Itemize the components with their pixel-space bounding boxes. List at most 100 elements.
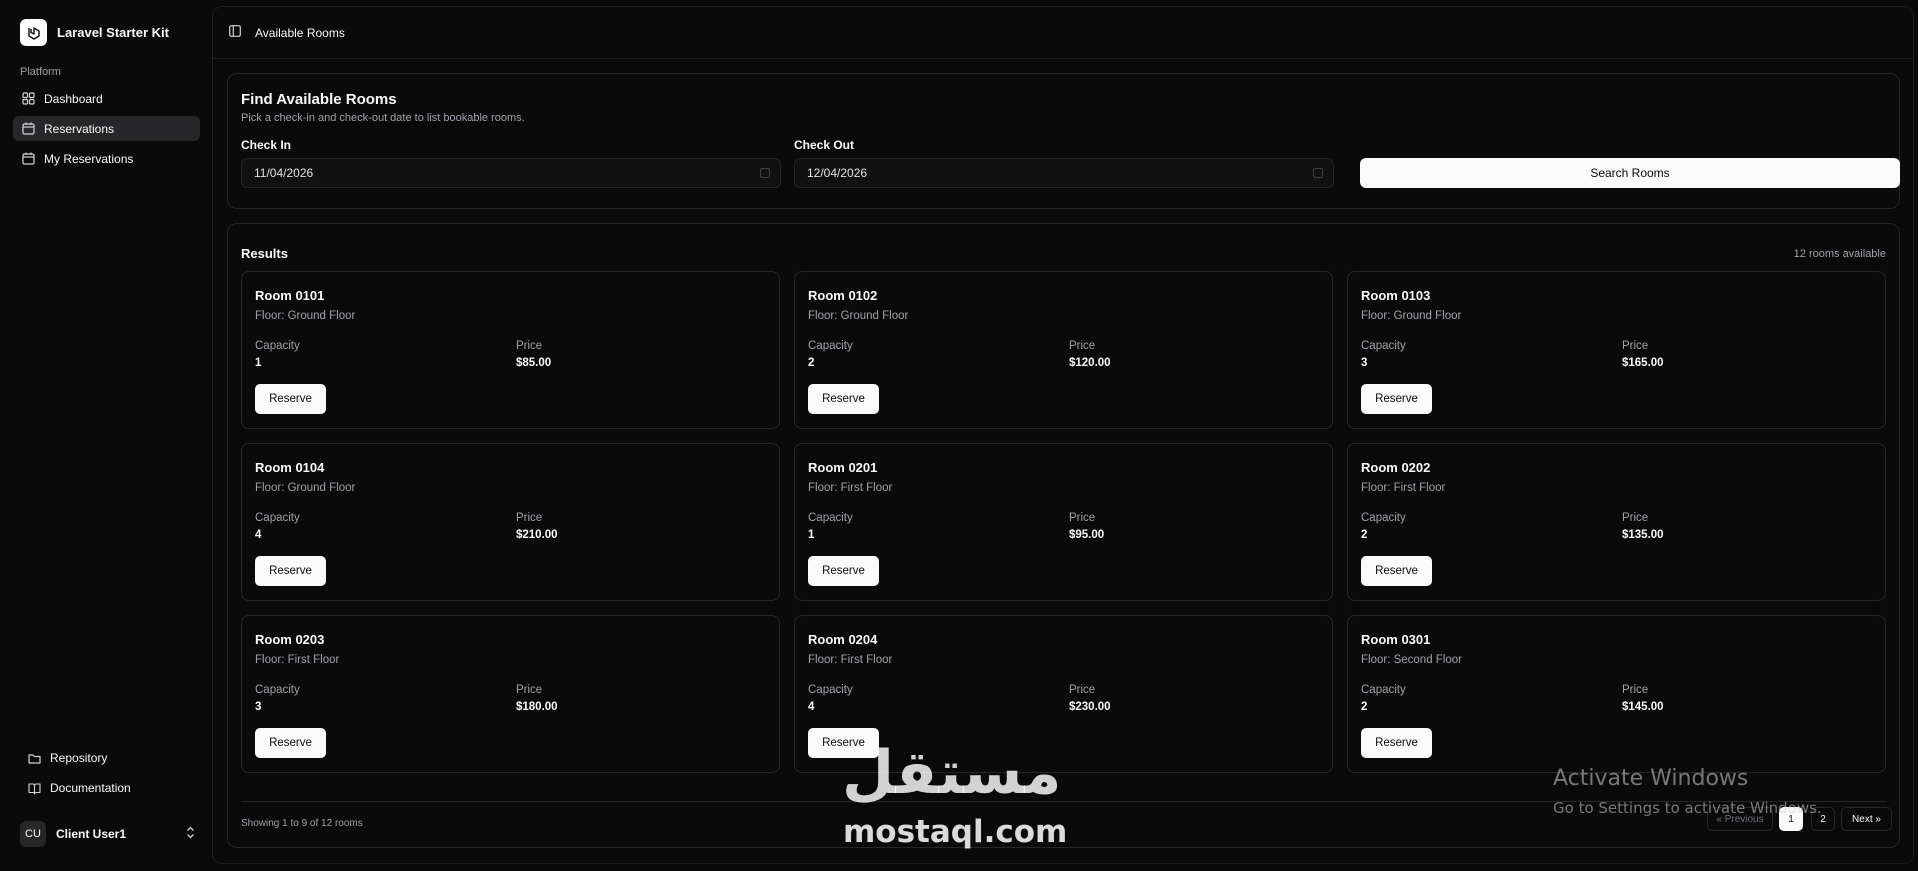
- documentation-label: Documentation: [50, 781, 131, 795]
- next-page-button[interactable]: Next »: [1841, 807, 1892, 831]
- search-panel: Find Available Rooms Pick a check-in and…: [227, 73, 1900, 209]
- main-content: Available Rooms Find Available Rooms Pic…: [212, 6, 1914, 864]
- reserve-button[interactable]: Reserve: [808, 384, 879, 414]
- repository-link[interactable]: Repository: [27, 751, 107, 765]
- reserve-button[interactable]: Reserve: [1361, 728, 1432, 758]
- capacity-value: 3: [1361, 357, 1368, 369]
- price-label: Price: [1069, 340, 1096, 352]
- room-name: Room 0101: [255, 288, 325, 303]
- reserve-button[interactable]: Reserve: [255, 728, 326, 758]
- price-label: Price: [516, 340, 543, 352]
- capacity-label: Capacity: [1361, 684, 1406, 696]
- sidebar-item-label: Dashboard: [44, 91, 103, 106]
- room-floor: Floor: Ground Floor: [255, 482, 356, 494]
- room-name: Room 0204: [808, 632, 878, 647]
- top-bar: Available Rooms: [213, 7, 1913, 59]
- capacity-value: 1: [808, 529, 815, 541]
- price-value: $135.00: [1622, 529, 1664, 541]
- chevrons-up-down-icon: [186, 826, 195, 842]
- price-label: Price: [1622, 340, 1649, 352]
- folder-icon: [27, 751, 41, 765]
- brand[interactable]: Laravel Starter Kit: [20, 19, 169, 46]
- check-in-label: Check In: [241, 138, 292, 152]
- capacity-value: 2: [1361, 529, 1368, 541]
- results-title: Results: [241, 246, 288, 261]
- room-floor: Floor: First Floor: [808, 654, 893, 666]
- price-label: Price: [516, 684, 543, 696]
- room-card: Room 0201 Floor: First Floor Capacity 1 …: [794, 443, 1333, 601]
- capacity-value: 3: [255, 701, 262, 713]
- price-label: Price: [1622, 684, 1649, 696]
- price-value: $180.00: [516, 701, 558, 713]
- watermark-text: mostaql.com: [843, 814, 1068, 850]
- room-card: Room 0203 Floor: First Floor Capacity 3 …: [241, 615, 780, 773]
- price-label: Price: [1069, 512, 1096, 524]
- room-name: Room 0102: [808, 288, 878, 303]
- room-floor: Floor: Ground Floor: [255, 310, 356, 322]
- price-label: Price: [516, 512, 543, 524]
- documentation-link[interactable]: Documentation: [27, 781, 131, 795]
- pagination-summary: Showing 1 to 9 of 12 rooms: [241, 818, 363, 829]
- sidebar-item-my-reservations[interactable]: My Reservations: [13, 146, 200, 171]
- room-card: Room 0102 Floor: Ground Floor Capacity 2…: [794, 271, 1333, 429]
- room-card: Room 0103 Floor: Ground Floor Capacity 3…: [1347, 271, 1886, 429]
- reserve-button[interactable]: Reserve: [1361, 384, 1432, 414]
- price-label: Price: [1069, 684, 1096, 696]
- search-subtitle: Pick a check-in and check-out date to li…: [241, 112, 525, 124]
- laravel-logo-icon: [20, 19, 47, 46]
- room-card: Room 0104 Floor: Ground Floor Capacity 4…: [241, 443, 780, 601]
- price-value: $230.00: [1069, 701, 1111, 713]
- book-icon: [27, 781, 41, 795]
- activate-windows-title: Activate Windows: [1553, 766, 1749, 791]
- user-name: Client User1: [56, 827, 127, 841]
- results-count: 12 rooms available: [1793, 248, 1886, 260]
- check-in-input[interactable]: 11/04/2026: [241, 158, 781, 188]
- sidebar-item-label: My Reservations: [44, 151, 134, 166]
- reserve-button[interactable]: Reserve: [808, 556, 879, 586]
- capacity-label: Capacity: [255, 340, 300, 352]
- results-panel: Results 12 rooms available Room 0101 Flo…: [227, 223, 1900, 848]
- room-floor: Floor: Ground Floor: [808, 310, 909, 322]
- price-value: $120.00: [1069, 357, 1111, 369]
- capacity-label: Capacity: [255, 684, 300, 696]
- reserve-button[interactable]: Reserve: [255, 384, 326, 414]
- sidebar-toggle-icon[interactable]: [229, 25, 241, 40]
- sidebar-item-dashboard[interactable]: Dashboard: [13, 86, 200, 111]
- check-in-value: 11/04/2026: [254, 166, 314, 180]
- sidebar-item-reservations[interactable]: Reservations: [13, 116, 200, 141]
- room-floor: Floor: First Floor: [255, 654, 340, 666]
- capacity-value: 2: [808, 357, 815, 369]
- capacity-label: Capacity: [808, 340, 853, 352]
- check-out-input[interactable]: 12/04/2026: [794, 158, 1334, 188]
- room-name: Room 0104: [255, 460, 325, 475]
- price-value: $95.00: [1069, 529, 1105, 541]
- capacity-label: Capacity: [255, 512, 300, 524]
- room-name: Room 0301: [1361, 632, 1431, 647]
- activate-windows-subtitle: Go to Settings to activate Windows.: [1553, 799, 1822, 817]
- search-rooms-button[interactable]: Search Rooms: [1360, 158, 1900, 188]
- check-out-label: Check Out: [794, 138, 855, 152]
- room-floor: Floor: Second Floor: [1361, 654, 1462, 666]
- room-card: Room 0301 Floor: Second Floor Capacity 2…: [1347, 615, 1886, 773]
- price-value: $85.00: [516, 357, 552, 369]
- avatar: CU: [20, 821, 46, 847]
- user-menu[interactable]: CU Client User1: [20, 821, 195, 847]
- calendar-picker-icon[interactable]: [1313, 168, 1323, 178]
- price-value: $210.00: [516, 529, 558, 541]
- capacity-value: 4: [808, 701, 815, 713]
- search-title: Find Available Rooms: [241, 91, 397, 108]
- calendar-picker-icon[interactable]: [760, 168, 770, 178]
- reserve-button[interactable]: Reserve: [1361, 556, 1432, 586]
- reserve-button[interactable]: Reserve: [255, 556, 326, 586]
- grid-icon: [21, 92, 35, 106]
- capacity-label: Capacity: [1361, 512, 1406, 524]
- room-grid: Room 0101 Floor: Ground Floor Capacity 1…: [241, 271, 1887, 773]
- room-name: Room 0103: [1361, 288, 1431, 303]
- room-floor: Floor: First Floor: [808, 482, 893, 494]
- room-name: Room 0201: [808, 460, 878, 475]
- room-card: Room 0202 Floor: First Floor Capacity 2 …: [1347, 443, 1886, 601]
- capacity-label: Capacity: [808, 684, 853, 696]
- breadcrumb: Available Rooms: [255, 25, 345, 40]
- sidebar-item-label: Reservations: [44, 121, 115, 136]
- nav-section-heading: Platform: [20, 66, 61, 78]
